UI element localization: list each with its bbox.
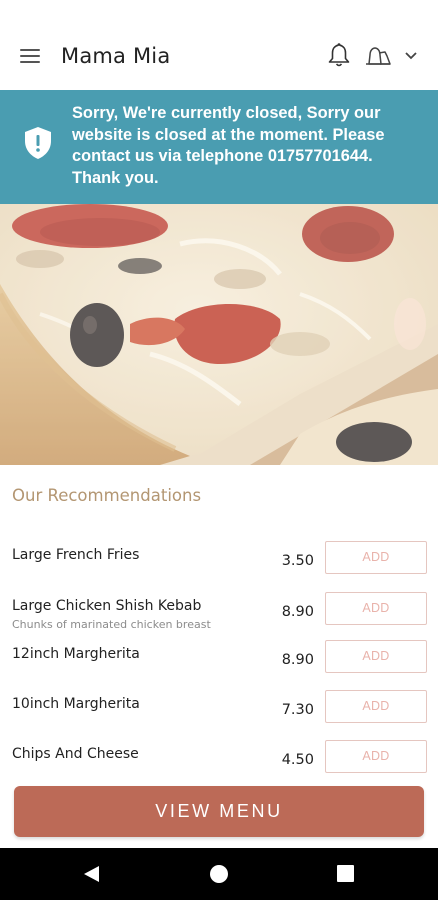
- recents-square-icon[interactable]: [337, 865, 354, 882]
- menu-item-row: 12inch Margherita 8.90 ADD: [0, 640, 438, 696]
- app-title: Mama Mia: [61, 44, 171, 68]
- add-button[interactable]: ADD: [325, 640, 427, 673]
- item-name: Large French Fries: [12, 547, 140, 563]
- menu-item-row: 10inch Margherita 7.30 ADD: [0, 690, 438, 746]
- item-price: 4.50: [281, 752, 314, 768]
- item-name: 12inch Margherita: [12, 646, 140, 662]
- item-price: 8.90: [281, 652, 314, 668]
- item-price: 3.50: [281, 553, 314, 569]
- item-name: Chips And Cheese: [12, 746, 139, 762]
- item-description: Chunks of marinated chicken breast: [12, 618, 211, 631]
- user-icon: [366, 47, 391, 65]
- account-menu[interactable]: [364, 44, 424, 70]
- app-bar: Mama Mia: [0, 0, 438, 90]
- back-triangle-icon[interactable]: [83, 865, 100, 883]
- view-menu-button[interactable]: VIEW MENU: [14, 786, 424, 837]
- shield-alert-icon: [25, 127, 51, 159]
- add-button[interactable]: ADD: [325, 690, 427, 723]
- pizza-photo: [0, 204, 438, 465]
- item-name: 10inch Margherita: [12, 696, 140, 712]
- recommendations-title: Our Recommendations: [12, 486, 202, 505]
- closed-message: Sorry, We're currently closed, Sorry our…: [72, 104, 385, 187]
- item-name: Large Chicken Shish Kebab: [12, 598, 202, 614]
- add-button[interactable]: ADD: [325, 541, 427, 574]
- menu-item-row: Large French Fries 3.50 ADD: [0, 541, 438, 597]
- chevron-down-icon: [405, 52, 417, 60]
- bell-icon[interactable]: [327, 42, 351, 68]
- system-nav-bar: [0, 848, 438, 900]
- item-price: 8.90: [281, 604, 314, 620]
- item-price: 7.30: [281, 702, 314, 718]
- hamburger-menu-icon[interactable]: [20, 49, 40, 65]
- add-button[interactable]: ADD: [325, 740, 427, 773]
- home-circle-icon[interactable]: [210, 865, 228, 883]
- add-button[interactable]: ADD: [325, 592, 427, 625]
